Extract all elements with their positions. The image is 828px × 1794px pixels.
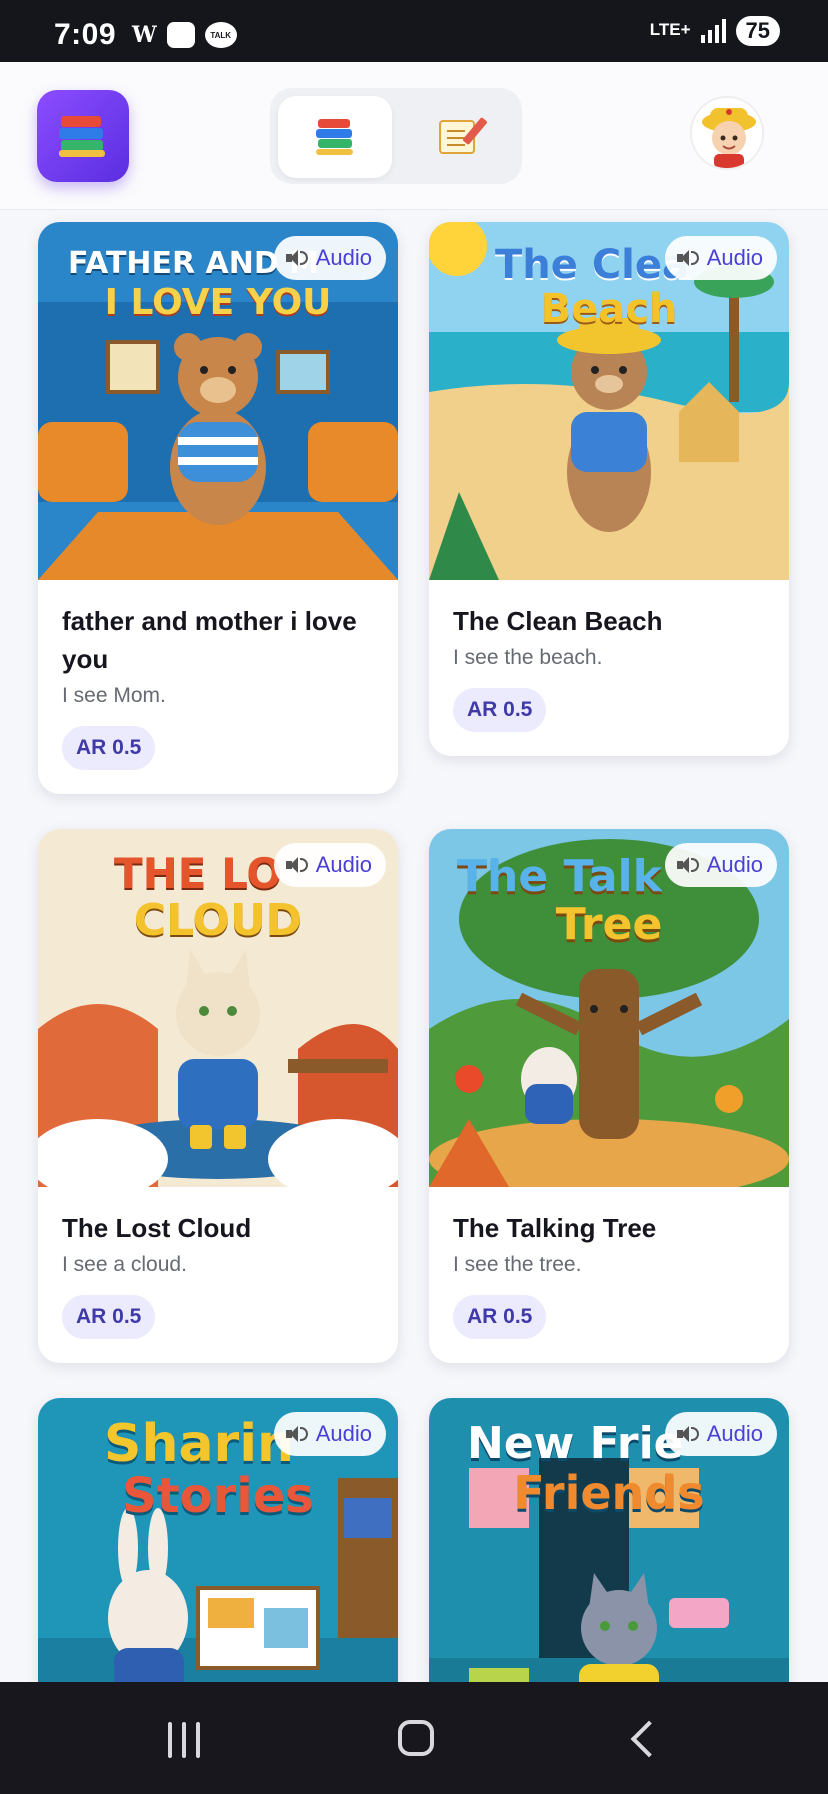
talk-icon: TALK — [204, 22, 237, 48]
audio-label: Audio — [315, 245, 372, 270]
network-type: LTE+ — [649, 19, 691, 39]
app-header — [0, 62, 828, 210]
book-card[interactable]: The Talk Tree Audio The Talking Tree I s… — [429, 829, 789, 1363]
notification-icons: W TALK — [132, 22, 237, 48]
memo-icon — [439, 116, 488, 154]
audio-badge[interactable]: Audio — [664, 1412, 777, 1456]
audio-badge[interactable]: Audio — [664, 843, 777, 887]
book-card[interactable]: The Clea Beach Audio The Clean Beach I s… — [429, 222, 789, 756]
books-icon — [316, 119, 354, 155]
reading-level-badge: AR 0.5 — [453, 688, 547, 732]
view-switcher — [270, 88, 522, 184]
speaker-icon — [676, 1424, 699, 1444]
audio-badge[interactable]: Audio — [273, 236, 386, 280]
battery-indicator: 75 — [735, 16, 780, 46]
speaker-icon — [285, 1424, 308, 1444]
tab-writing[interactable] — [400, 96, 514, 178]
cover-title: Beach — [540, 286, 678, 332]
audio-label: Audio — [315, 1421, 372, 1446]
cover-title: I LOVE YOU — [104, 282, 332, 323]
cover-title: Friends — [513, 1466, 705, 1520]
reading-level-badge: AR 0.5 — [62, 1295, 156, 1339]
audio-badge[interactable]: Audio — [273, 1412, 386, 1456]
book-cover: FATHER AND M I LOVE YOU Audio — [38, 222, 398, 580]
audio-label: Audio — [315, 852, 372, 877]
reading-level-badge: AR 0.5 — [453, 1295, 547, 1339]
profile-avatar[interactable] — [690, 96, 764, 170]
cover-title: Tree — [555, 899, 663, 950]
message-icon — [166, 22, 195, 48]
tab-library[interactable] — [278, 96, 392, 178]
audio-label: Audio — [706, 852, 763, 877]
audio-badge[interactable]: Audio — [273, 843, 386, 887]
book-cover: THE LO CLOUD Audio — [38, 829, 398, 1187]
book-subtitle: I see a cloud. — [62, 1253, 187, 1276]
audio-label: Audio — [706, 1421, 763, 1446]
speaker-icon — [285, 248, 308, 268]
book-title: The Clean Beach — [453, 606, 663, 636]
cover-title: Stories — [122, 1468, 314, 1524]
books-icon — [59, 114, 107, 158]
book-card[interactable]: THE LO CLOUD Audio The Lost Cloud I see … — [38, 829, 398, 1363]
audio-label: Audio — [706, 245, 763, 270]
book-subtitle: I see the tree. — [453, 1253, 582, 1276]
recents-button[interactable] — [168, 1722, 200, 1758]
cover-title: CLOUD — [133, 895, 303, 946]
reading-level-badge: AR 0.5 — [62, 726, 156, 770]
status-bar: 7:09 W TALK LTE+ 75 — [0, 0, 828, 62]
home-button[interactable] — [398, 1720, 434, 1756]
book-subtitle: I see Mom. — [62, 684, 166, 707]
speaker-icon — [676, 855, 699, 875]
book-cover: The Talk Tree Audio — [429, 829, 789, 1187]
app-logo[interactable] — [37, 90, 129, 182]
audio-badge[interactable]: Audio — [664, 236, 777, 280]
book-cover: The Clea Beach Audio — [429, 222, 789, 580]
book-card[interactable]: FATHER AND M I LOVE YOU Audio father and… — [38, 222, 398, 794]
book-title: The Talking Tree — [453, 1213, 657, 1243]
status-time: 7:09 — [54, 18, 117, 51]
w-app-icon: W — [132, 22, 157, 48]
back-button[interactable] — [630, 1720, 668, 1758]
book-subtitle: I see the beach. — [453, 646, 603, 669]
avatar-illustration — [692, 98, 762, 168]
book-title: father and mother i love you — [62, 606, 357, 674]
speaker-icon — [676, 248, 699, 268]
speaker-icon — [285, 855, 308, 875]
signal-icon — [700, 19, 726, 43]
book-title: The Lost Cloud — [62, 1213, 252, 1243]
system-nav-bar — [0, 1682, 828, 1794]
